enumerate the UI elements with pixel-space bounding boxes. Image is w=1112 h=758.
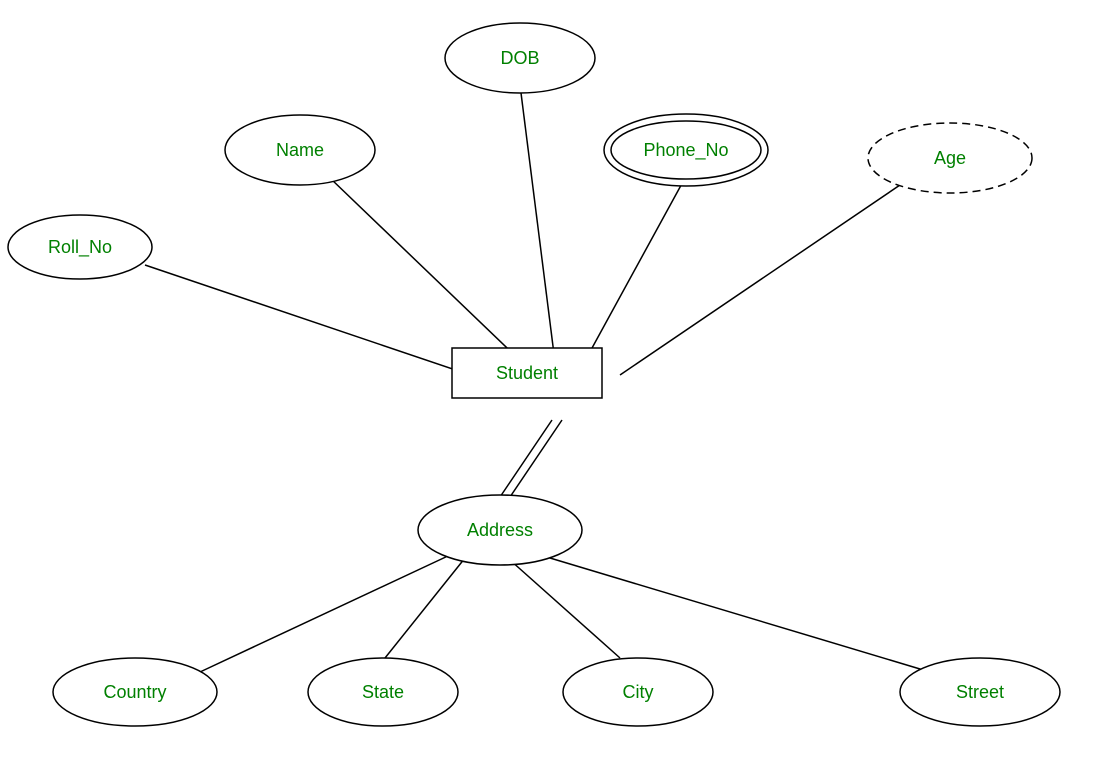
name-label: Name bbox=[276, 140, 324, 160]
street-label: Street bbox=[956, 682, 1004, 702]
line-address-street bbox=[540, 555, 930, 672]
dob-label: DOB bbox=[500, 48, 539, 68]
line-student-age bbox=[620, 185, 900, 375]
line-student-dob bbox=[520, 85, 556, 370]
line-address-country bbox=[200, 555, 450, 672]
line-student-address-1 bbox=[498, 420, 552, 500]
line-address-state bbox=[385, 558, 465, 658]
line-student-name bbox=[330, 178, 530, 370]
line-student-rollno bbox=[145, 265, 500, 385]
er-diagram: Student DOB Name Phone_No Age Roll_No Ad… bbox=[0, 0, 1112, 753]
state-label: State bbox=[362, 682, 404, 702]
age-label: Age bbox=[934, 148, 966, 168]
rollno-label: Roll_No bbox=[48, 237, 112, 258]
country-label: Country bbox=[103, 682, 166, 702]
address-label: Address bbox=[467, 520, 533, 540]
line-student-address-2 bbox=[508, 420, 562, 500]
city-label: City bbox=[623, 682, 654, 702]
phone-label: Phone_No bbox=[643, 140, 728, 161]
student-label: Student bbox=[496, 363, 558, 383]
